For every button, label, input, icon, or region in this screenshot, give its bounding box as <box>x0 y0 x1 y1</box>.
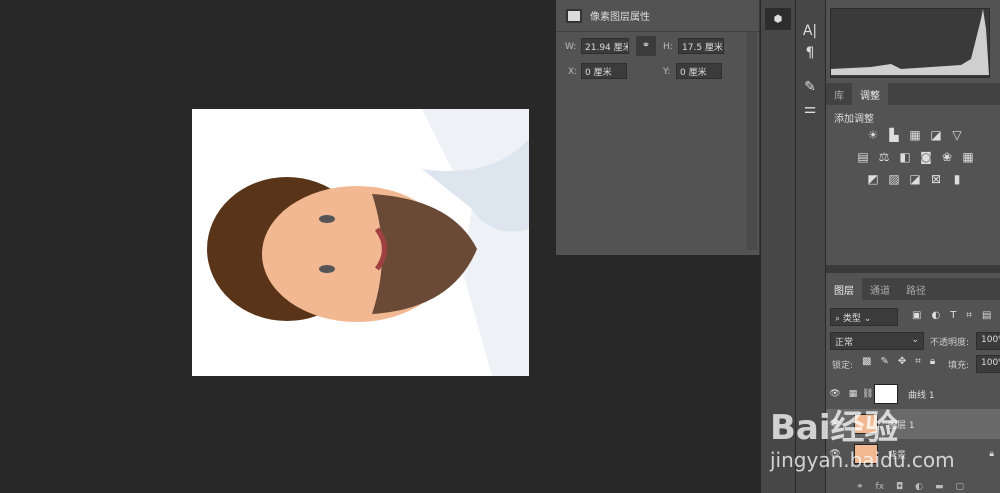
baidu-watermark: Bai经验 <box>770 408 899 448</box>
fill-label: 填充: <box>948 361 970 371</box>
width-input[interactable]: 21.94 厘米 <box>581 38 629 54</box>
channel-mixer-icon[interactable]: ❀ <box>940 151 954 164</box>
tab-library[interactable]: 库 <box>826 83 852 105</box>
y-label: Y: <box>663 67 671 77</box>
vibrance-icon[interactable]: ▽ <box>950 129 964 142</box>
lock-icon: 🔒︎ <box>989 449 994 459</box>
new-group-icon[interactable]: ▬ <box>935 482 944 492</box>
lock-label: 锁定: <box>832 361 854 371</box>
posterize-icon[interactable]: ▨ <box>887 173 901 186</box>
brush-icon[interactable]: ✎ <box>797 76 823 98</box>
pixel-layer-icon <box>566 8 582 23</box>
filter-adjust-icon[interactable]: ◐ <box>931 310 940 321</box>
photo-filter-icon[interactable]: ◙ <box>919 151 933 164</box>
tab-layers[interactable]: 图层 <box>826 278 862 300</box>
brightness-icon[interactable]: ☀ <box>866 129 880 142</box>
fx-icon[interactable]: fx <box>876 482 885 492</box>
visibility-eye-icon[interactable]: 👁︎ <box>826 389 844 399</box>
curves-adjust-icon: ▦ <box>848 389 858 399</box>
threshold-icon[interactable]: ◪ <box>908 173 922 186</box>
exposure-icon[interactable]: ◪ <box>929 129 943 142</box>
lock-move-icon[interactable]: ✥ <box>898 356 906 367</box>
filter-pixel-icon[interactable]: ▣ <box>912 310 921 321</box>
lock-artboard-icon[interactable]: ⌗ <box>915 356 921 367</box>
filter-type-icon[interactable]: T <box>950 310 956 321</box>
layer-filter-select[interactable]: ⌕ 类型 ⌄ <box>830 308 898 326</box>
document-canvas[interactable] <box>192 109 529 376</box>
black-white-icon[interactable]: ◧ <box>898 151 912 164</box>
character-icon[interactable]: A| <box>797 20 823 42</box>
blend-mode-select[interactable]: 正常 ⌄ <box>830 332 924 350</box>
new-layer-icon[interactable]: ▢ <box>956 482 965 492</box>
watermark-url: jingyan.baidu.com <box>770 448 955 472</box>
selective-color-icon[interactable]: ⊠ <box>929 173 943 186</box>
layer-name[interactable]: 曲线 1 <box>908 388 935 401</box>
color-balance-icon[interactable]: ⚖ <box>877 151 891 164</box>
lock-pixels-icon[interactable]: ▩ <box>862 356 871 367</box>
properties-title: 像素图层属性 <box>590 12 650 23</box>
tab-paths[interactable]: 路径 <box>898 278 934 300</box>
new-adjustment-icon[interactable]: ◐ <box>915 482 923 492</box>
brush-settings-icon[interactable]: ⚌ <box>797 98 823 120</box>
paragraph-icon[interactable]: ¶ <box>797 42 823 64</box>
hue-saturation-icon[interactable]: ▤ <box>856 151 870 164</box>
properties-panel: 像素图层属性 W: 21.94 厘米 ⚭ H: 17.5 厘米 X: 0 厘米 … <box>556 0 760 255</box>
link-layers-icon[interactable]: ⚭ <box>856 482 864 492</box>
curves-icon[interactable]: ▦ <box>908 129 922 142</box>
color-lookup-icon[interactable]: ▦ <box>961 151 975 164</box>
filter-value: 类型 <box>842 314 861 324</box>
add-mask-icon[interactable]: ◘ <box>896 482 903 492</box>
lock-paint-icon[interactable]: ✎ <box>880 356 888 367</box>
height-input[interactable]: 17.5 厘米 <box>678 38 724 54</box>
opacity-label: 不透明度: <box>930 338 970 348</box>
x-input[interactable]: 0 厘米 <box>581 63 627 79</box>
scrollbar[interactable] <box>747 32 757 250</box>
portrait-image <box>207 109 529 376</box>
filter-shape-icon[interactable]: ⌗ <box>966 310 972 321</box>
invert-icon[interactable]: ◩ <box>866 173 880 186</box>
fill-input[interactable]: 100% <box>976 355 1000 373</box>
lock-all-icon[interactable]: 🔒︎ <box>930 356 935 367</box>
x-label: X: <box>568 67 578 77</box>
h-label: H: <box>663 42 673 52</box>
properties-3d-icon[interactable]: ⬢ <box>765 8 791 30</box>
y-input[interactable]: 0 厘米 <box>676 63 722 79</box>
opacity-input[interactable]: 100% <box>976 332 1000 350</box>
tab-channels[interactable]: 通道 <box>862 278 898 300</box>
filter-smart-icon[interactable]: ▤ <box>982 310 991 321</box>
add-adjustment-label: 添加调整 <box>834 114 874 125</box>
gradient-map-icon[interactable]: ▮ <box>950 173 964 186</box>
chain-icon: ⛓︎ <box>862 389 874 399</box>
tab-adjustments[interactable]: 调整 <box>852 83 888 105</box>
levels-icon[interactable]: ▙ <box>887 129 901 142</box>
link-icon[interactable]: ⚭ <box>636 36 656 56</box>
histogram <box>830 8 990 78</box>
blend-value: 正常 <box>835 338 854 348</box>
w-label: W: <box>565 42 577 52</box>
